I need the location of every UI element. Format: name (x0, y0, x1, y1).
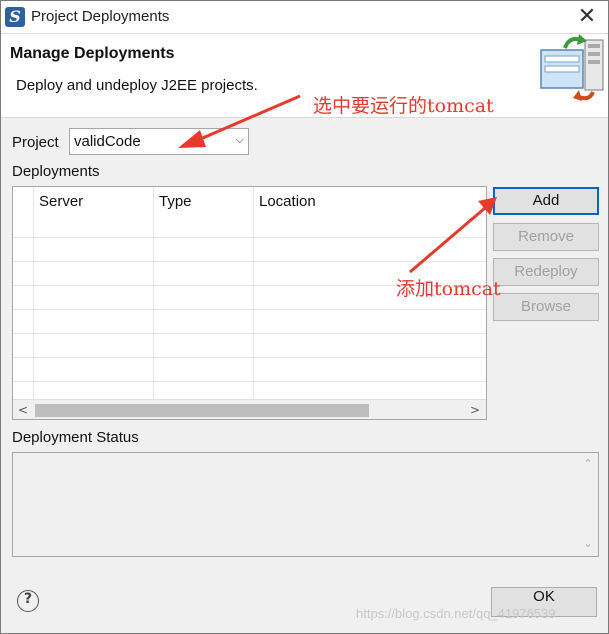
scroll-down-icon[interactable]: ⌄ (581, 537, 595, 550)
deployment-status-label: Deployment Status (12, 429, 139, 446)
scrollbar-thumb[interactable] (35, 404, 369, 417)
dialog-header: Manage Deployments Deploy and undeploy J… (1, 34, 608, 118)
column-header-location[interactable]: Location (253, 187, 483, 237)
browse-button[interactable]: Browse (493, 293, 599, 321)
chevron-down-icon: ⌵ (235, 133, 244, 146)
table-row (13, 381, 486, 382)
remove-button[interactable]: Remove (493, 223, 599, 251)
table-row (13, 237, 486, 238)
redeploy-button[interactable]: Redeploy (493, 258, 599, 286)
deployments-table[interactable]: Server Type Location < > (12, 186, 487, 420)
column-header-type[interactable]: Type (153, 187, 253, 237)
project-deployments-dialog: S Project Deployments ✕ Manage Deploymen… (0, 0, 609, 634)
horizontal-scrollbar[interactable]: < > (13, 399, 486, 419)
watermark: https://blog.csdn.net/qq_41976539 (356, 606, 556, 621)
column-header-server[interactable]: Server (33, 187, 153, 237)
project-select-value: validCode (74, 133, 141, 150)
window-title: Project Deployments (31, 8, 170, 25)
deployment-status-area[interactable]: ⌃ ⌄ (12, 452, 599, 557)
column-divider (153, 187, 154, 399)
header-title: Manage Deployments (10, 45, 175, 62)
scroll-right-icon[interactable]: > (465, 400, 485, 419)
column-divider (33, 187, 34, 399)
project-label: Project (12, 134, 59, 151)
annotation-select-tomcat: 选中要运行的tomcat (313, 95, 494, 117)
project-select[interactable]: validCode ⌵ (69, 128, 249, 155)
annotation-add-tomcat: 添加tomcat (396, 278, 501, 300)
deployment-wizard-icon (540, 34, 604, 101)
header-description: Deploy and undeploy J2EE projects. (16, 77, 258, 94)
table-row (13, 309, 486, 310)
help-button[interactable]: ? (17, 590, 39, 612)
close-button[interactable]: ✕ (575, 5, 599, 29)
deployments-label: Deployments (12, 163, 100, 180)
table-row (13, 357, 486, 358)
scroll-left-icon[interactable]: < (13, 400, 33, 419)
column-divider (253, 187, 254, 399)
table-row (13, 261, 486, 262)
add-button[interactable]: Add (493, 187, 599, 215)
table-row (13, 333, 486, 334)
app-icon: S (5, 7, 25, 27)
scroll-up-icon[interactable]: ⌃ (581, 457, 595, 470)
title-bar: S Project Deployments ✕ (1, 1, 608, 34)
